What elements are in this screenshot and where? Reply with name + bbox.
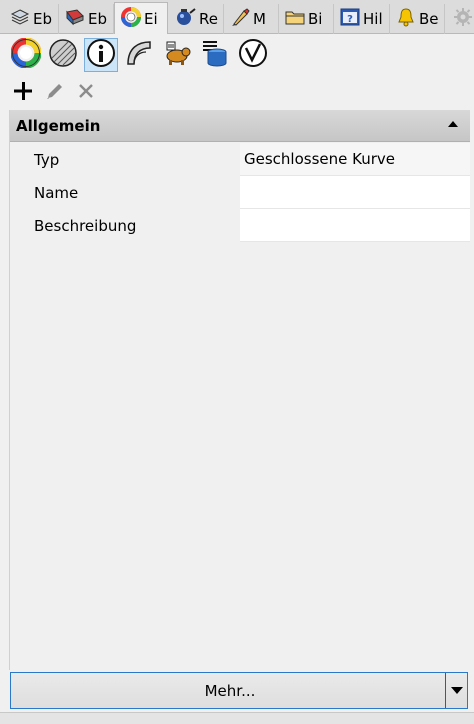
help-icon: ?	[340, 8, 360, 30]
more-dropdown-button[interactable]	[445, 673, 467, 708]
panel-bottom-edge	[0, 712, 474, 724]
hatch-sphere-icon	[48, 38, 78, 72]
tab-label: Hil	[363, 10, 383, 28]
folder-icon	[285, 8, 305, 30]
tab-files[interactable]: Bi	[279, 4, 334, 34]
info-icon	[86, 38, 116, 72]
tab-display[interactable]: Eb	[59, 4, 114, 34]
properties-panel: Eb Eb Ei Re M Bi ? Hil Be Allgemein Typ …	[0, 0, 474, 724]
add-button[interactable]	[10, 80, 36, 106]
property-key: Name	[10, 176, 240, 209]
tab-help[interactable]: ? Hil	[334, 4, 390, 34]
collapse-arrow-icon[interactable]	[448, 121, 458, 127]
edit-button[interactable]	[42, 80, 68, 106]
property-toolbar	[0, 76, 474, 108]
tab-notifications[interactable]: Be	[390, 4, 445, 34]
curve-surface-icon	[124, 38, 154, 72]
property-key: Typ	[10, 143, 240, 176]
tab-layers[interactable]: Eb	[4, 4, 59, 34]
property-row-type: Typ Geschlossene Kurve	[10, 143, 470, 176]
panel-tab-strip: Eb Eb Ei Re M Bi ? Hil Be	[0, 0, 474, 35]
render-teapot-icon	[174, 7, 196, 31]
close-icon	[75, 80, 97, 106]
description-field[interactable]	[240, 209, 470, 242]
property-grid: Typ Geschlossene Kurve Name Beschreibung	[10, 143, 470, 242]
property-row-name: Name	[10, 176, 470, 209]
rhino-page-button[interactable]	[236, 38, 270, 72]
gear-icon	[453, 7, 473, 31]
color-page-button[interactable]	[9, 37, 43, 72]
settings-button[interactable]	[447, 4, 474, 34]
render-settings-page-button[interactable]	[160, 38, 194, 72]
color-wheel-icon	[10, 37, 42, 72]
tab-materials[interactable]: M	[224, 4, 279, 34]
chevron-down-icon	[450, 687, 463, 694]
more-button[interactable]: Mehr...	[10, 672, 468, 709]
property-key: Beschreibung	[10, 209, 240, 242]
property-row-description: Beschreibung	[10, 209, 470, 242]
section-title: Allgemein	[16, 116, 101, 135]
animal-render-icon	[162, 38, 192, 72]
tab-properties[interactable]: Ei	[114, 2, 168, 35]
pencil-icon	[44, 80, 66, 106]
svg-text:?: ?	[347, 14, 353, 25]
name-field[interactable]	[240, 176, 470, 209]
tab-label: Be	[419, 10, 439, 28]
tab-label: Bi	[308, 10, 323, 28]
section-header-general[interactable]: Allgemein	[10, 110, 470, 142]
more-button-label: Mehr...	[204, 681, 256, 700]
color-wheel-icon	[121, 7, 141, 31]
tab-render[interactable]: Re	[168, 4, 224, 34]
layers-icon	[10, 8, 30, 30]
material-display-icon	[65, 8, 85, 30]
tab-label: Ei	[144, 10, 158, 28]
plus-icon	[12, 80, 34, 106]
delete-button[interactable]	[73, 80, 99, 106]
material-brush-icon	[230, 7, 250, 31]
tab-label: Eb	[33, 10, 52, 28]
property-page-icons	[0, 34, 474, 76]
curve-page-button[interactable]	[122, 38, 156, 72]
bell-icon	[396, 7, 416, 31]
tab-label: M	[253, 10, 266, 28]
property-value-type: Geschlossene Kurve	[240, 143, 470, 176]
tab-label: Re	[199, 10, 218, 28]
hatch-page-button[interactable]	[46, 38, 80, 72]
rhino-check-icon	[238, 38, 268, 72]
object-info-page-button[interactable]	[84, 38, 118, 72]
tab-label: Eb	[88, 10, 107, 28]
